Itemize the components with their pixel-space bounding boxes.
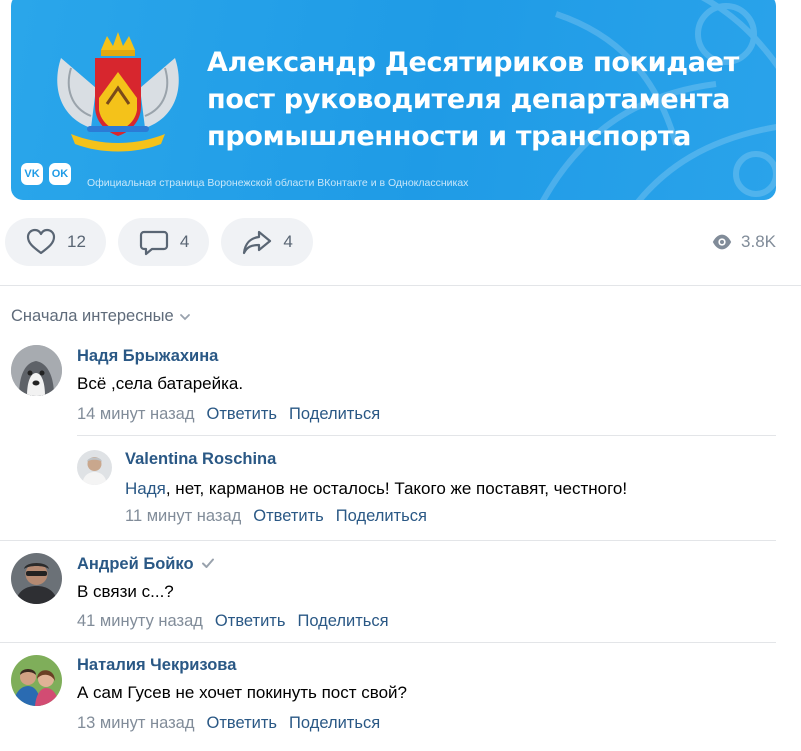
author-name: Андрей Бойко	[77, 555, 194, 573]
share-count: 4	[283, 232, 293, 251]
ok-icon: OK	[49, 163, 71, 185]
reply-button[interactable]: Ответить	[206, 714, 277, 733]
banner-social-icons: VK OK	[21, 163, 71, 185]
banner-headline: Александр Десятириков покидает пост руко…	[207, 44, 767, 155]
avatar[interactable]	[11, 345, 62, 396]
comment-time[interactable]: 41 минуту назад	[77, 612, 203, 631]
comment-author[interactable]: Андрей Бойко	[77, 555, 216, 574]
avatar[interactable]	[77, 450, 112, 485]
share-comment-button[interactable]: Поделиться	[289, 405, 380, 424]
sort-label: Сначала интересные	[11, 307, 174, 325]
share-comment-button[interactable]: Поделиться	[336, 507, 427, 526]
comment-time[interactable]: 13 минут назад	[77, 714, 194, 733]
heart-icon	[26, 228, 56, 255]
share-button[interactable]: 4	[221, 218, 313, 266]
comment-button[interactable]: 4	[117, 218, 210, 266]
reply-body: , нет, карманов не осталось! Такого же п…	[165, 479, 628, 498]
comment-meta: 14 минут назад Ответить Поделиться	[77, 405, 380, 424]
comment-time[interactable]: 11 минут назад	[125, 507, 241, 526]
chevron-down-icon	[179, 313, 190, 320]
comment-text: В связи с...?	[77, 582, 174, 601]
comments-sort-dropdown[interactable]: Сначала интересные	[11, 307, 192, 326]
voronezh-coat-of-arms-icon	[57, 32, 179, 152]
headline-line-2: пост руководителя департамента	[207, 84, 730, 115]
headline-line-1: Александр Десятириков покидает	[207, 47, 740, 78]
user-photo-avatar-image	[77, 450, 112, 485]
reply-button[interactable]: Ответить	[215, 612, 286, 631]
comment-meta: 41 минуту назад Ответить Поделиться	[77, 612, 389, 631]
divider	[77, 435, 776, 436]
like-button[interactable]: 12	[5, 218, 106, 266]
divider	[0, 285, 801, 286]
views-count: 3.8K	[741, 232, 776, 251]
comment-bubble-icon	[139, 230, 169, 256]
comment-author[interactable]: Наталия Чекризова	[77, 656, 236, 675]
reply-button[interactable]: Ответить	[206, 405, 277, 424]
comment-time[interactable]: 14 минут назад	[77, 405, 194, 424]
views-counter: 3.8K	[711, 231, 776, 253]
like-count: 12	[67, 232, 86, 251]
comment-text: Надя, нет, карманов не осталось! Такого …	[125, 479, 627, 499]
checkmark-icon	[201, 558, 214, 568]
comment-author[interactable]: Надя Брыжахина	[77, 347, 218, 366]
banner-footer-text: Официальная страница Воронежской области…	[87, 177, 469, 189]
divider	[0, 642, 776, 643]
user-mention-link[interactable]: Надя	[125, 479, 166, 498]
husky-avatar-image	[11, 345, 62, 396]
eye-icon	[712, 234, 732, 250]
headline-line-3: промышленности и транспорта	[207, 121, 692, 152]
post-image-banner[interactable]: Александр Десятириков покидает пост руко…	[11, 0, 776, 200]
user-photo-avatar-image	[11, 655, 62, 706]
comment-meta: 11 минут назад Ответить Поделиться	[125, 507, 427, 526]
reply-button[interactable]: Ответить	[253, 507, 324, 526]
avatar[interactable]	[11, 655, 62, 706]
comment-author[interactable]: Valentina Roschina	[125, 450, 276, 469]
user-photo-avatar-image	[11, 553, 62, 604]
share-comment-button[interactable]: Поделиться	[297, 612, 388, 631]
comment-text: А сам Гусев не хочет покинуть пост свой?	[77, 683, 407, 702]
share-comment-button[interactable]: Поделиться	[289, 714, 380, 733]
comment-text: Всё ,села батарейка.	[77, 374, 244, 393]
avatar[interactable]	[11, 553, 62, 604]
share-arrow-icon	[243, 230, 272, 255]
vk-icon: VK	[21, 163, 43, 185]
comment-count: 4	[179, 232, 190, 251]
comment-meta: 13 минут назад Ответить Поделиться	[77, 714, 380, 733]
divider	[0, 540, 776, 541]
post-actions-bar: 12 4 4	[5, 218, 313, 266]
